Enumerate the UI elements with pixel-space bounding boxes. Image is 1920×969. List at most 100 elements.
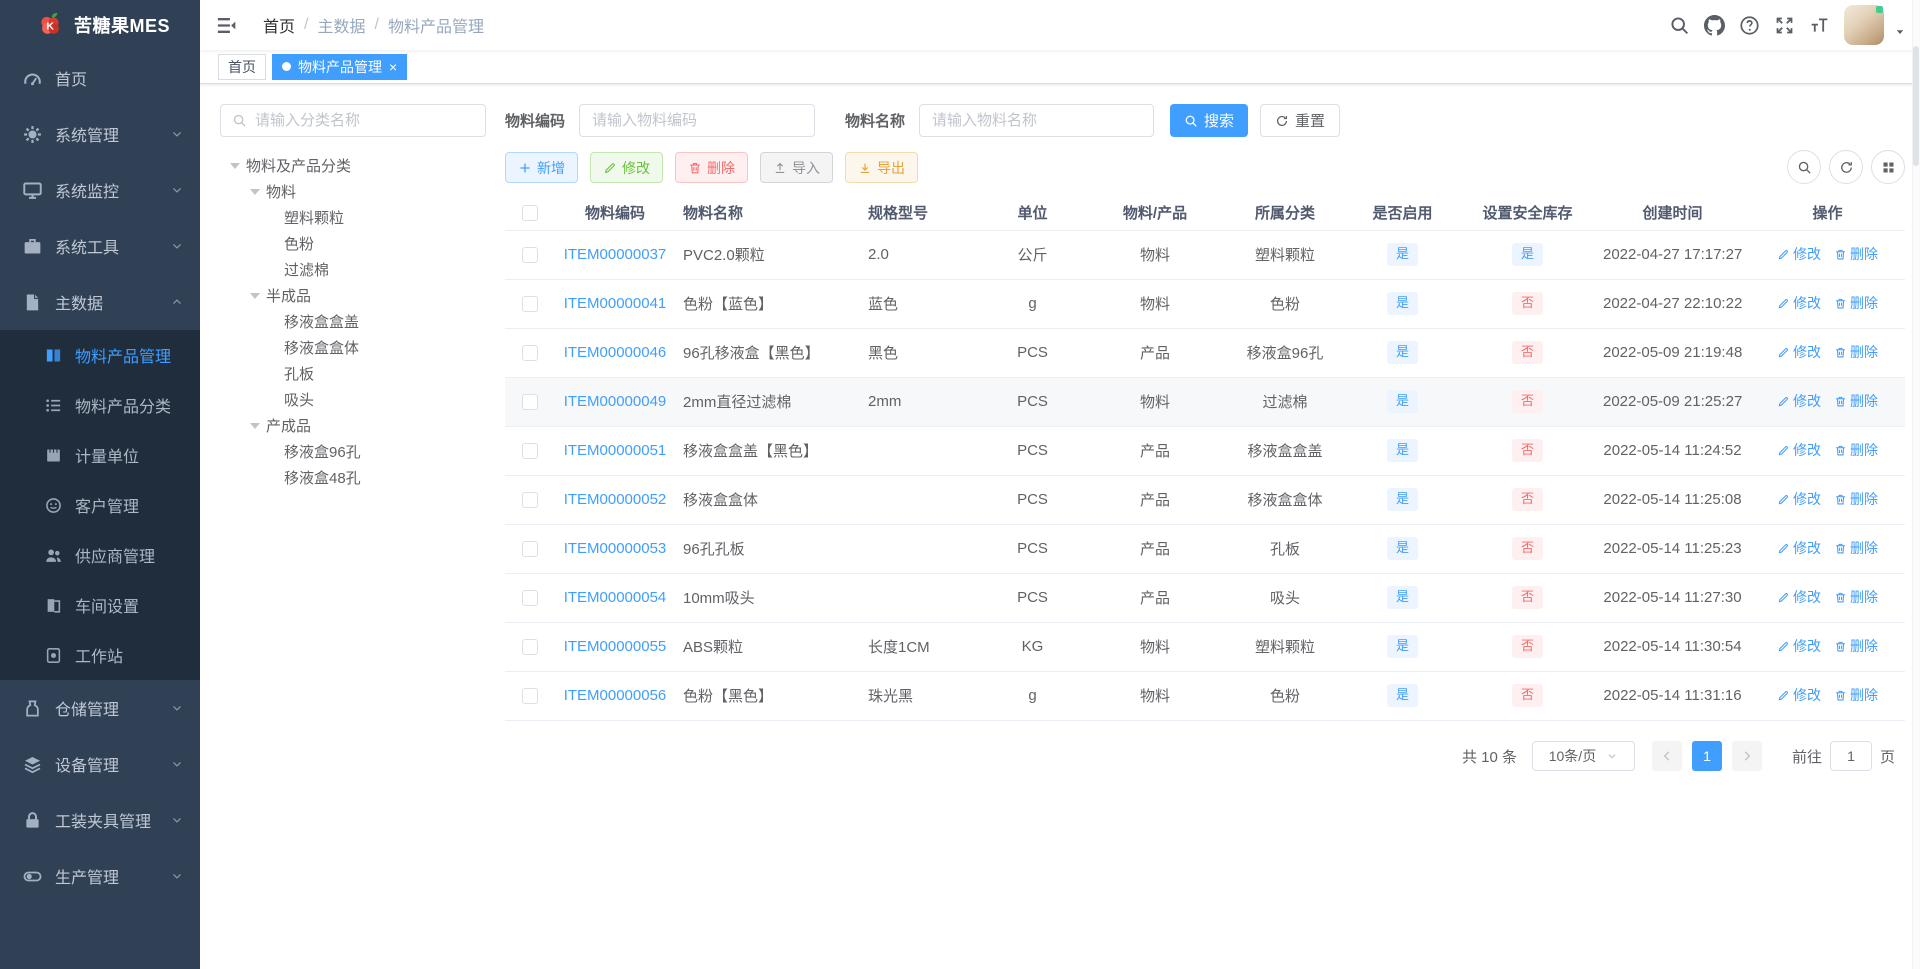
material-code-link[interactable]: ITEM00000037 [564,246,667,263]
sidebar-item-workstation[interactable]: 工作站 [0,630,200,680]
sidebar-item-master-data[interactable]: 主数据 [0,274,200,330]
delete-link[interactable]: 删除 [1834,636,1878,656]
edit-link[interactable]: 修改 [1777,489,1821,509]
import-button[interactable]: 导入 [760,152,833,183]
user-avatar[interactable] [1844,5,1884,45]
material-code-link[interactable]: ITEM00000055 [564,638,667,655]
edit-button[interactable]: 修改 [590,152,663,183]
material-code-link[interactable]: ITEM00000056 [564,687,667,704]
row-checkbox[interactable] [522,639,538,656]
material-code-link[interactable]: ITEM00000052 [564,491,667,508]
tree-node[interactable]: 色粉 [220,230,495,256]
tree-caret-icon[interactable] [250,422,260,434]
sidebar-item-system-tools[interactable]: 系统工具 [0,218,200,274]
prev-page-button[interactable] [1651,741,1682,771]
sidebar-item-material-product-category[interactable]: 物料产品分类 [0,380,200,430]
sidebar-item-system-monitor[interactable]: 系统监控 [0,162,200,218]
row-checkbox[interactable] [522,247,538,264]
delete-link[interactable]: 删除 [1834,489,1878,509]
row-checkbox[interactable] [522,296,538,313]
tree-node[interactable]: 过滤棉 [220,256,495,282]
material-code-link[interactable]: ITEM00000051 [564,442,667,459]
tree-node[interactable]: 物料及产品分类 [220,152,495,178]
row-checkbox[interactable] [522,345,538,362]
window-scrollbar[interactable] [1912,0,1920,969]
search-button[interactable]: 搜索 [1170,104,1249,137]
header-search-icon[interactable] [1669,15,1690,36]
edit-link[interactable]: 修改 [1777,342,1821,362]
row-checkbox[interactable] [522,492,538,509]
sidebar-item-supplier-mgmt[interactable]: 供应商管理 [0,530,200,580]
fullscreen-icon[interactable] [1774,15,1795,36]
tree-node[interactable]: 产成品 [220,412,495,438]
tree-caret-icon[interactable] [250,188,260,200]
sidebar-item-equipment-mgmt[interactable]: 设备管理 [0,736,200,792]
sidebar-toggle-icon[interactable] [215,14,238,37]
tree-node[interactable]: 物料 [220,178,495,204]
sidebar-item-measure-unit[interactable]: 计量单位 [0,430,200,480]
goto-page-input[interactable] [1829,741,1872,771]
sidebar-item-system-admin[interactable]: 系统管理 [0,106,200,162]
category-search-input[interactable] [255,112,474,129]
toggle-search-button[interactable] [1787,150,1821,184]
add-button[interactable]: 新增 [505,152,578,183]
font-size-icon[interactable] [1809,15,1830,36]
close-icon[interactable]: × [389,60,397,74]
delete-link[interactable]: 删除 [1834,342,1878,362]
tree-node[interactable]: 半成品 [220,282,495,308]
next-page-button[interactable] [1731,741,1762,771]
sidebar-item-workshop-setting[interactable]: 车间设置 [0,580,200,630]
breadcrumb-home[interactable]: 首页 [263,13,295,37]
tab-home[interactable]: 首页 [218,53,266,80]
tab-material-product-mgmt[interactable]: 物料产品管理 × [272,53,408,80]
edit-link[interactable]: 修改 [1777,636,1821,656]
delete-link[interactable]: 删除 [1834,440,1878,460]
edit-link[interactable]: 修改 [1777,293,1821,313]
help-icon[interactable] [1739,15,1760,36]
delete-link[interactable]: 删除 [1834,244,1878,264]
edit-link[interactable]: 修改 [1777,244,1821,264]
delete-link[interactable]: 删除 [1834,391,1878,411]
refresh-table-button[interactable] [1829,150,1863,184]
sidebar-item-production-mgmt[interactable]: 生产管理 [0,848,200,904]
column-settings-button[interactable] [1871,150,1905,184]
row-checkbox[interactable] [522,688,538,705]
scrollbar-thumb[interactable] [1913,46,1919,166]
tree-node[interactable]: 移液盒48孔 [220,464,495,490]
edit-link[interactable]: 修改 [1777,587,1821,607]
tree-node[interactable]: 吸头 [220,386,495,412]
edit-link[interactable]: 修改 [1777,538,1821,558]
tree-node[interactable]: 孔板 [220,360,495,386]
delete-button[interactable]: 删除 [675,152,748,183]
tree-node[interactable]: 移液盒96孔 [220,438,495,464]
edit-link[interactable]: 修改 [1777,440,1821,460]
sidebar-item-tooling-fixture-mgmt[interactable]: 工装夹具管理 [0,792,200,848]
code-input[interactable] [579,104,816,137]
edit-link[interactable]: 修改 [1777,391,1821,411]
material-code-link[interactable]: ITEM00000054 [564,589,667,606]
page-size-select[interactable]: 10条/页 [1531,741,1635,771]
edit-link[interactable]: 修改 [1777,685,1821,705]
tree-node[interactable]: 移液盒盒体 [220,334,495,360]
reset-button[interactable]: 重置 [1260,104,1341,137]
material-code-link[interactable]: ITEM00000053 [564,540,667,557]
tree-node[interactable]: 塑料颗粒 [220,204,495,230]
github-icon[interactable] [1704,14,1725,36]
row-checkbox[interactable] [522,541,538,558]
row-checkbox[interactable] [522,394,538,411]
sidebar-item-warehouse-mgmt[interactable]: 仓储管理 [0,680,200,736]
export-button[interactable]: 导出 [845,152,918,183]
tree-caret-icon[interactable] [250,292,260,304]
select-all-checkbox[interactable] [522,205,538,222]
row-checkbox[interactable] [522,590,538,607]
row-checkbox[interactable] [522,443,538,460]
delete-link[interactable]: 删除 [1834,293,1878,313]
avatar-caret-icon[interactable] [1894,26,1906,38]
material-code-link[interactable]: ITEM00000041 [564,295,667,312]
delete-link[interactable]: 删除 [1834,685,1878,705]
sidebar-item-home[interactable]: 首页 [0,50,200,106]
name-input[interactable] [919,104,1155,137]
page-number-1[interactable]: 1 [1691,741,1722,771]
delete-link[interactable]: 删除 [1834,587,1878,607]
material-code-link[interactable]: ITEM00000046 [564,344,667,361]
